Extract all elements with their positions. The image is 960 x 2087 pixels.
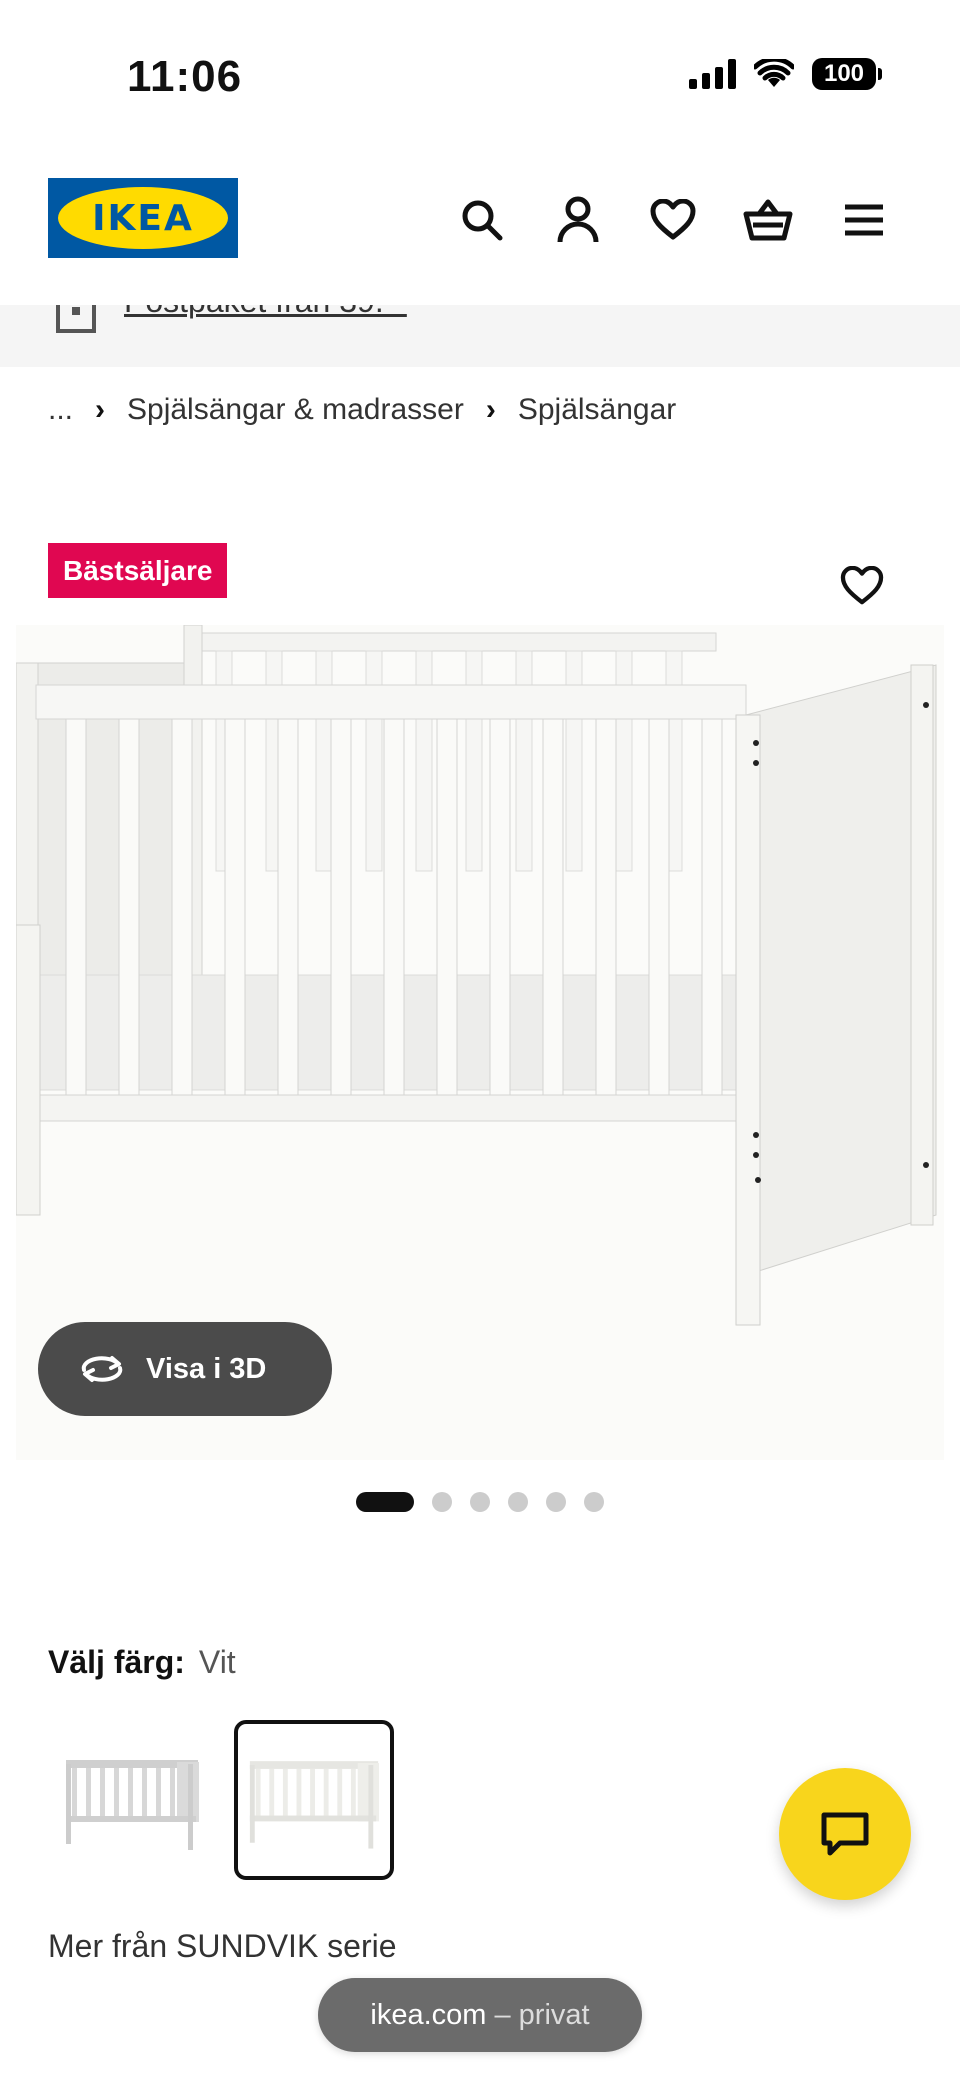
battery-icon: 100	[812, 58, 882, 90]
logo-text: IKEA	[92, 197, 194, 239]
carousel-dot-active[interactable]	[356, 1492, 414, 1512]
shopping-basket-icon[interactable]	[742, 194, 794, 246]
search-icon[interactable]	[456, 194, 508, 246]
view-in-3d-label: Visa i 3D	[146, 1352, 267, 1385]
color-selector-label: Välj färg: Vit	[48, 1644, 236, 1681]
wifi-icon	[754, 59, 794, 87]
carousel-dot[interactable]	[546, 1492, 566, 1512]
package-icon	[56, 305, 96, 333]
promo-banner: Postpaket från 39.-*	[0, 305, 960, 367]
breadcrumb-item-cribs-mattresses[interactable]: Spjälsängar & madrasser	[127, 393, 464, 427]
breadcrumb-item-cribs[interactable]: Spjälsängar	[518, 393, 676, 427]
view-in-3d-button[interactable]: Visa i 3D	[38, 1322, 332, 1416]
chat-button[interactable]	[779, 1768, 911, 1900]
promo-link[interactable]: Postpaket från 39.-*	[124, 305, 407, 320]
cellular-signal-icon	[689, 59, 736, 89]
browser-address-pill[interactable]: ikea.com – privat	[318, 1978, 642, 2052]
breadcrumb-ellipsis[interactable]: ...	[48, 393, 73, 427]
site-header: IKEA	[0, 150, 960, 305]
account-icon[interactable]	[552, 194, 604, 246]
carousel-dot[interactable]	[432, 1492, 452, 1512]
status-time: 11:06	[127, 52, 243, 101]
logo-oval: IKEA	[58, 187, 228, 249]
favorites-heart-icon[interactable]	[647, 194, 699, 246]
chevron-right-icon: ›	[485, 393, 496, 426]
bestseller-badge: Bästsäljare	[48, 543, 228, 598]
browser-domain: ikea.com	[370, 1998, 487, 2031]
color-label-title: Välj färg:	[48, 1644, 185, 1680]
status-bar: 11:06 100	[0, 0, 960, 150]
more-from-series-heading: Mer från SUNDVIK serie	[48, 1928, 397, 1958]
menu-hamburger-icon[interactable]	[838, 194, 890, 246]
color-selected-value: Vit	[198, 1644, 236, 1680]
browser-private-mode: – privat	[494, 1998, 590, 2031]
carousel-dot[interactable]	[470, 1492, 490, 1512]
carousel-dot[interactable]	[508, 1492, 528, 1512]
ikea-logo[interactable]: IKEA	[48, 178, 238, 258]
crib-thumbnail-white	[249, 1761, 380, 1849]
chat-bubble-icon	[821, 1812, 869, 1856]
color-swatch-grey[interactable]	[52, 1720, 212, 1880]
crib-illustration	[15, 624, 937, 1326]
rotate-3d-icon	[81, 1356, 123, 1382]
color-swatch-white-selected[interactable]	[234, 1720, 394, 1880]
chevron-right-icon: ›	[95, 393, 106, 426]
status-icons: 100	[689, 58, 882, 90]
image-carousel-dots	[356, 1492, 604, 1512]
breadcrumb: ... › Spjälsängar & madrasser › Spjälsän…	[48, 393, 676, 427]
crib-thumbnail-grey	[66, 1760, 199, 1850]
add-to-favorites-heart-icon[interactable]	[840, 565, 890, 616]
carousel-dot[interactable]	[584, 1492, 604, 1512]
